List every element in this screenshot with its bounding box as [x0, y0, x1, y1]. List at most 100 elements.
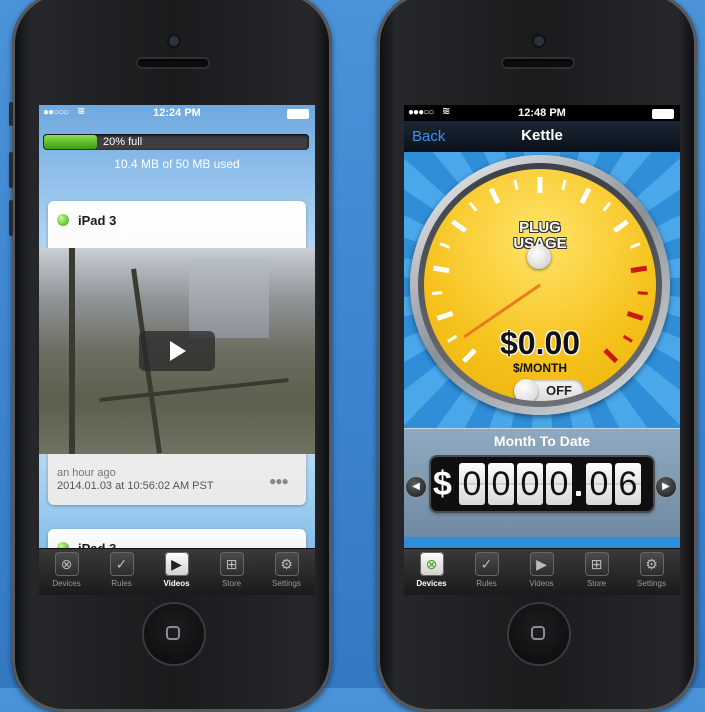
gauge-tick — [626, 311, 644, 321]
card-device-title: iPad 3 — [78, 213, 117, 228]
previous-arrow-button[interactable]: ◀ — [406, 477, 426, 497]
store-icon: ⊞ — [584, 552, 609, 576]
tab-label: Rules — [111, 579, 132, 588]
videos-icon: ▶ — [164, 552, 189, 576]
gauge-tick — [602, 201, 612, 212]
toggle-knob — [514, 379, 538, 401]
tab-bar: ⊗ Devices ✓ Rules ▶ Videos ⊞ Store ⚙ Set… — [404, 548, 680, 595]
phone-right: ●●●○○ ≋ 12:48 PM Back Kettle PLUG USAGE — [377, 0, 697, 712]
settings-icon: ⚙ — [274, 552, 299, 576]
tab-rules[interactable]: ✓ Rules — [94, 551, 149, 595]
odometer-counter: $ 0 0 0 0 0 6 — [431, 457, 653, 511]
tab-rules[interactable]: ✓ Rules — [459, 551, 514, 595]
gauge-tick — [513, 179, 519, 191]
status-time: 12:48 PM — [518, 107, 566, 119]
more-options-icon[interactable]: ●●● — [269, 474, 289, 488]
tab-label: Videos — [163, 579, 190, 588]
devices-icon: ⊗ — [419, 552, 444, 576]
videos-icon: ▶ — [529, 552, 554, 576]
counter-digit: 0 — [586, 463, 612, 505]
tab-videos[interactable]: ▶ Videos — [149, 551, 204, 595]
devices-icon: ⊗ — [54, 552, 79, 576]
tab-label: Store — [586, 579, 607, 588]
tab-settings[interactable]: ⚙ Settings — [624, 551, 679, 595]
counter-digit: 0 — [546, 463, 572, 505]
mute-switch — [9, 102, 13, 126]
tab-label: Videos — [529, 579, 554, 588]
tab-label: Devices — [416, 579, 447, 588]
gauge-needle-hub — [527, 245, 551, 269]
storage-used-text: 10.4 MB of 50 MB used — [114, 157, 240, 171]
volume-down-button — [9, 200, 13, 236]
status-bar: ●●●○○ ≋ 12:48 PM — [404, 105, 680, 121]
next-arrow-button[interactable]: ▶ — [656, 477, 676, 497]
tab-devices[interactable]: ⊗ Devices — [39, 551, 94, 595]
gauge-tick — [468, 201, 478, 212]
battery-icon — [652, 109, 674, 119]
currency-symbol: $ — [433, 465, 452, 503]
gauge-bezel: PLUG USAGE $0.00 $/MONTH OFF — [418, 163, 662, 407]
settings-icon: ⚙ — [639, 552, 664, 576]
power-toggle[interactable]: OFF — [514, 379, 584, 401]
storage-progress-bar: 20% full — [43, 134, 309, 150]
earpiece-speaker — [138, 59, 208, 67]
play-button[interactable] — [139, 331, 215, 371]
home-square-icon — [166, 626, 180, 640]
counter-digit: 0 — [459, 463, 485, 505]
gauge-tick — [436, 311, 454, 321]
gauge-tick — [432, 265, 450, 274]
tab-label: Store — [221, 579, 242, 588]
video-timestamp: 2014.01.03 at 10:56:02 AM PST — [57, 480, 214, 492]
screen-videos: ●●○○○ ≋ 12:24 PM 20% full 10.4 MB of 50 … — [39, 105, 315, 595]
battery-icon — [287, 109, 309, 119]
tab-label: Rules — [476, 579, 497, 588]
gauge-tick — [488, 187, 501, 205]
usage-gauge: PLUG USAGE $0.00 $/MONTH OFF — [410, 155, 670, 415]
video-thumbnail[interactable] — [39, 248, 315, 454]
volume-up-button — [9, 152, 13, 188]
counter-digit: 0 — [517, 463, 543, 505]
home-square-icon — [531, 626, 545, 640]
status-time: 12:24 PM — [153, 107, 201, 119]
home-button[interactable] — [144, 604, 204, 664]
video-house-shape — [189, 258, 269, 338]
navigation-bar: Back Kettle — [404, 121, 680, 152]
gauge-label-plug: PLUG — [519, 219, 561, 236]
counter-digit: 6 — [615, 463, 641, 505]
month-to-date-title: Month To Date — [493, 433, 591, 449]
tab-label: Devices — [52, 579, 81, 588]
phone-left: ●●○○○ ≋ 12:24 PM 20% full 10.4 MB of 50 … — [9, 0, 332, 712]
gauge-tick — [561, 179, 567, 191]
decimal-point — [576, 491, 581, 496]
tab-store[interactable]: ⊞ Store — [204, 551, 259, 595]
storage-progress-fill — [44, 135, 97, 149]
month-to-date-panel: Month To Date ◀ $ 0 0 0 0 0 6 ▶ — [404, 428, 680, 537]
gauge-amount: $0.00 — [499, 325, 581, 361]
video-relative-time: an hour ago — [57, 467, 116, 479]
video-fallen-branch — [99, 378, 289, 402]
counter-digit: 0 — [488, 463, 514, 505]
screen-plug-usage: ●●●○○ ≋ 12:48 PM Back Kettle PLUG USAGE — [404, 105, 680, 595]
gauge-face: PLUG USAGE $0.00 $/MONTH OFF — [424, 169, 656, 401]
tab-label: Settings — [272, 579, 301, 588]
online-status-dot — [57, 214, 69, 226]
tab-bar: ⊗ Devices ✓ Rules ▶ Videos ⊞ Store ⚙ Set… — [39, 548, 315, 595]
home-button[interactable] — [509, 604, 569, 664]
video-tree-trunk — [69, 248, 75, 454]
play-icon — [170, 341, 186, 361]
rules-icon: ✓ — [109, 552, 134, 576]
tab-devices[interactable]: ⊗ Devices — [404, 551, 459, 595]
earpiece-speaker — [503, 59, 573, 67]
storage-percent-label: 20% full — [103, 136, 143, 148]
toggle-label: OFF — [546, 383, 572, 398]
nav-title: Kettle — [521, 127, 563, 144]
status-bar: ●●○○○ ≋ 12:24 PM — [39, 105, 315, 121]
front-camera — [169, 36, 179, 46]
tab-settings[interactable]: ⚙ Settings — [259, 551, 314, 595]
gauge-tick — [432, 291, 443, 295]
gauge-unit: $/MONTH — [513, 361, 567, 375]
rules-icon: ✓ — [474, 552, 499, 576]
tab-videos[interactable]: ▶ Videos — [514, 551, 569, 595]
tab-store[interactable]: ⊞ Store — [569, 551, 624, 595]
front-camera — [534, 36, 544, 46]
